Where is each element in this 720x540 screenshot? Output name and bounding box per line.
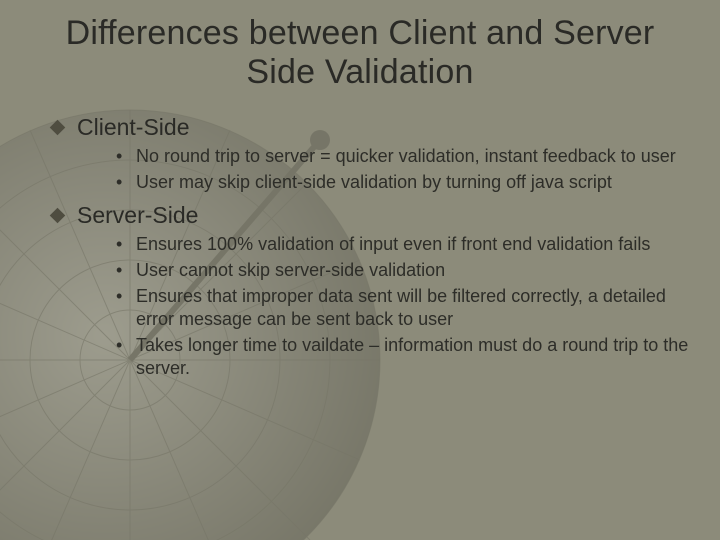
bullet-list: Ensures 100% validation of input even if… <box>116 233 690 380</box>
section-client-side: Client-Side No round trip to server = qu… <box>30 114 690 194</box>
section-heading-text: Server-Side <box>77 202 198 229</box>
section-heading: Client-Side <box>52 114 690 141</box>
section-server-side: Server-Side Ensures 100% validation of i… <box>30 202 690 380</box>
section-heading: Server-Side <box>52 202 690 229</box>
list-item: User cannot skip server-side validation <box>116 259 690 282</box>
section-heading-text: Client-Side <box>77 114 190 141</box>
list-item: No round trip to server = quicker valida… <box>116 145 690 168</box>
list-item: Ensures that improper data sent will be … <box>116 285 690 331</box>
bullet-list: No round trip to server = quicker valida… <box>116 145 690 194</box>
list-item: Takes longer time to vaildate – informat… <box>116 334 690 380</box>
slide-title: Differences between Client and Server Si… <box>30 14 690 92</box>
diamond-bullet-icon <box>50 208 66 224</box>
list-item: Ensures 100% validation of input even if… <box>116 233 690 256</box>
diamond-bullet-icon <box>50 120 66 136</box>
list-item: User may skip client-side validation by … <box>116 171 690 194</box>
slide-content: Differences between Client and Server Si… <box>0 0 720 380</box>
